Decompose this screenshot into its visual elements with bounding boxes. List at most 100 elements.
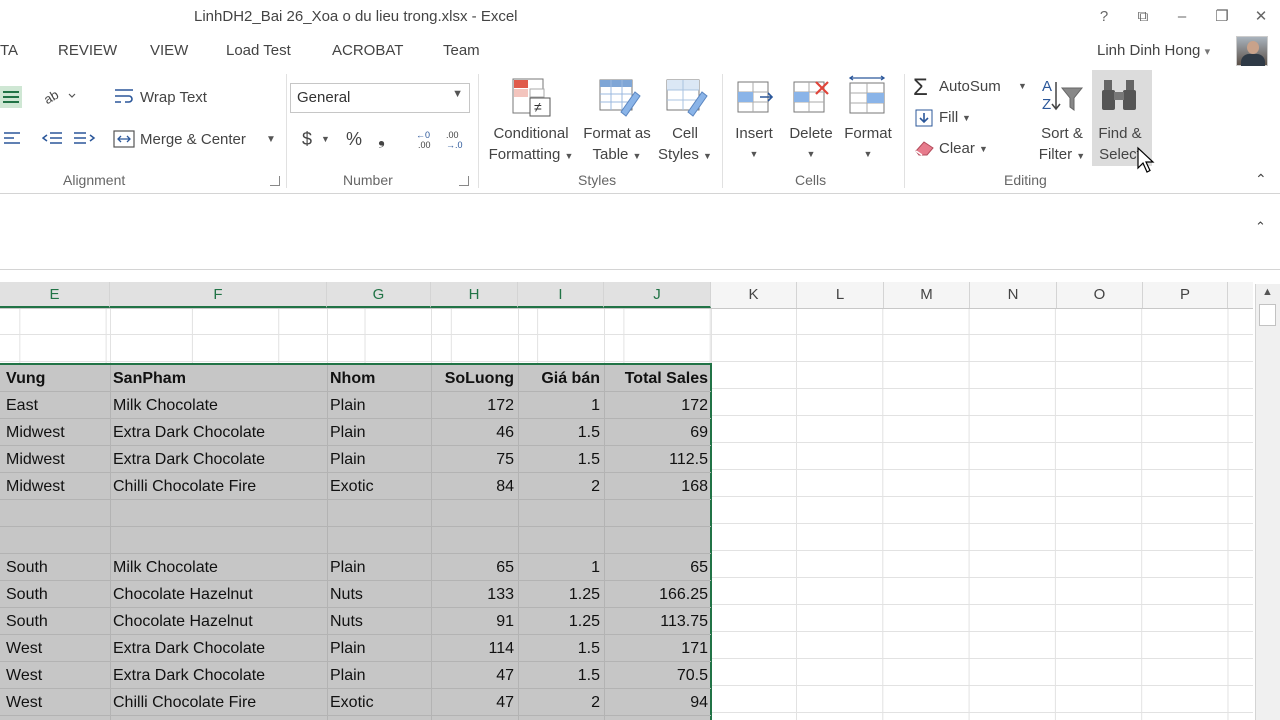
table-cell-nhom[interactable]: Plain: [330, 662, 429, 689]
column-header-e[interactable]: E: [0, 282, 110, 308]
increase-decrease-decimal-icons[interactable]: ←0 .00 .00 →.0: [414, 127, 470, 151]
column-header-i[interactable]: I: [518, 282, 604, 308]
table-cell-gia-ban[interactable]: 1.5: [518, 419, 600, 446]
autosum-button[interactable]: AutoSum: [939, 78, 1001, 95]
formula-bar[interactable]: ⌃: [0, 195, 1280, 270]
header-cell-sanpham[interactable]: SanPham: [113, 365, 325, 392]
column-header-g[interactable]: G: [327, 282, 431, 308]
percent-icon[interactable]: %: [346, 129, 362, 150]
conditional-formatting-button[interactable]: Conditional Formatting ▼: [485, 123, 577, 167]
minimize-button[interactable]: –: [1170, 6, 1194, 28]
table-cell-gia-ban[interactable]: [518, 527, 600, 554]
collapse-formula-bar-icon[interactable]: ⌃: [1255, 219, 1266, 235]
table-cell-nhom[interactable]: Exotic: [330, 473, 429, 500]
table-cell-nhom[interactable]: [330, 527, 429, 554]
table-cell-sanpham[interactable]: Chilli Chocolate Fire: [113, 689, 325, 716]
table-cell-total-sales[interactable]: [604, 527, 708, 554]
clear-button[interactable]: Clear: [939, 140, 975, 157]
fill-button[interactable]: Fill: [939, 109, 958, 126]
orientation-icon[interactable]: ab: [42, 85, 78, 107]
table-cell-nhom[interactable]: Plain: [330, 446, 429, 473]
table-cell-total-sales[interactable]: 172: [604, 392, 708, 419]
merge-center-button[interactable]: Merge & Center: [140, 131, 246, 148]
table-cell-soluong[interactable]: 91: [431, 608, 514, 635]
align-left-icon[interactable]: [2, 130, 22, 148]
fill-dropdown-icon[interactable]: ▼: [962, 113, 971, 123]
table-cell-total-sales[interactable]: 168: [604, 473, 708, 500]
table-cell-gia-ban[interactable]: 1.5: [518, 635, 600, 662]
align-center-icon[interactable]: [0, 86, 22, 108]
format-button[interactable]: Format ▼: [838, 123, 898, 165]
table-cell-gia-ban[interactable]: 1.5: [518, 446, 600, 473]
column-header-m[interactable]: M: [884, 282, 970, 308]
table-cell-soluong[interactable]: [431, 527, 514, 554]
table-cell-total-sales[interactable]: 70.5: [604, 662, 708, 689]
table-cell-sanpham[interactable]: Extra Dark Chocolate: [113, 446, 325, 473]
user-name[interactable]: Linh Dinh Hong ▾: [1097, 42, 1210, 59]
table-cell-sanpham[interactable]: Chocolate Hazelnut: [113, 608, 325, 635]
number-dialog-launcher-icon[interactable]: [459, 176, 469, 186]
table-cell-nhom[interactable]: Plain: [330, 635, 429, 662]
table-cell-sanpham[interactable]: Chilli Chocolate Fire: [113, 473, 325, 500]
restore-button[interactable]: ❐: [1210, 6, 1234, 28]
table-cell-vung[interactable]: West: [6, 635, 108, 662]
cell-styles-button[interactable]: Cell Styles ▼: [655, 123, 715, 167]
table-cell-gia-ban[interactable]: 1.25: [518, 581, 600, 608]
alignment-dialog-launcher-icon[interactable]: [270, 176, 280, 186]
table-cell-sanpham[interactable]: Chocolate Hazelnut: [113, 581, 325, 608]
table-cell-sanpham[interactable]: Extra Dark Chocolate: [113, 662, 325, 689]
close-button[interactable]: ✕: [1249, 6, 1273, 28]
table-cell-gia-ban[interactable]: 2: [518, 689, 600, 716]
table-cell-nhom[interactable]: Exotic: [330, 689, 429, 716]
table-cell-sanpham[interactable]: Milk Chocolate: [113, 392, 325, 419]
table-cell-total-sales[interactable]: 94: [604, 689, 708, 716]
table-cell-total-sales[interactable]: 166.25: [604, 581, 708, 608]
comma-style-icon[interactable]: ❟: [378, 128, 385, 149]
number-format-select[interactable]: General ▼: [290, 83, 470, 113]
scroll-thumb[interactable]: [1259, 304, 1276, 326]
table-cell-gia-ban[interactable]: 1.25: [518, 608, 600, 635]
table-cell-sanpham[interactable]: [113, 500, 325, 527]
merge-dropdown-icon[interactable]: ▼: [266, 134, 276, 145]
column-header-o[interactable]: O: [1057, 282, 1143, 308]
tab-team[interactable]: Team: [443, 42, 480, 59]
table-cell-vung[interactable]: South: [6, 554, 108, 581]
column-header-f[interactable]: F: [110, 282, 327, 308]
table-cell-total-sales[interactable]: 65: [604, 554, 708, 581]
table-cell-vung[interactable]: Midwest: [6, 473, 108, 500]
currency-icon[interactable]: $: [302, 129, 312, 150]
wrap-text-button[interactable]: Wrap Text: [140, 89, 207, 106]
table-cell-nhom[interactable]: Nuts: [330, 581, 429, 608]
table-cell-gia-ban[interactable]: 1.5: [518, 662, 600, 689]
table-cell-sanpham[interactable]: Milk Chocolate: [113, 554, 325, 581]
autosum-dropdown-icon[interactable]: ▼: [1018, 81, 1027, 91]
table-cell-sanpham[interactable]: [113, 527, 325, 554]
table-cell-soluong[interactable]: 133: [431, 581, 514, 608]
table-cell-total-sales[interactable]: 171: [604, 635, 708, 662]
table-cell-sanpham[interactable]: Extra Dark Chocolate: [113, 635, 325, 662]
tab-load-test[interactable]: Load Test: [226, 42, 291, 59]
column-header-l[interactable]: L: [797, 282, 884, 308]
vertical-scrollbar[interactable]: ▲: [1255, 284, 1280, 720]
insert-button[interactable]: Insert ▼: [728, 123, 780, 165]
table-cell-sanpham[interactable]: Extra Dark Chocolate: [113, 419, 325, 446]
table-cell-vung[interactable]: Midwest: [6, 446, 108, 473]
tab-acrobat[interactable]: ACROBAT: [332, 42, 403, 59]
clear-dropdown-icon[interactable]: ▼: [979, 144, 988, 154]
header-cell-nhom[interactable]: Nhom: [330, 365, 429, 392]
table-cell-gia-ban[interactable]: [518, 500, 600, 527]
table-cell-soluong[interactable]: 47: [431, 662, 514, 689]
table-cell-total-sales[interactable]: 113.75: [604, 608, 708, 635]
table-cell-soluong[interactable]: 172: [431, 392, 514, 419]
table-cell-vung[interactable]: East: [6, 392, 108, 419]
table-cell-soluong[interactable]: 65: [431, 554, 514, 581]
table-cell-soluong[interactable]: [431, 500, 514, 527]
column-header-h[interactable]: H: [431, 282, 518, 308]
scroll-up-icon[interactable]: ▲: [1262, 286, 1273, 298]
table-cell-total-sales[interactable]: [604, 500, 708, 527]
table-cell-vung[interactable]: West: [6, 689, 108, 716]
tab-data[interactable]: TA: [0, 42, 18, 59]
column-header-k[interactable]: K: [711, 282, 797, 308]
table-cell-gia-ban[interactable]: 1: [518, 554, 600, 581]
table-cell-vung[interactable]: Midwest: [6, 419, 108, 446]
